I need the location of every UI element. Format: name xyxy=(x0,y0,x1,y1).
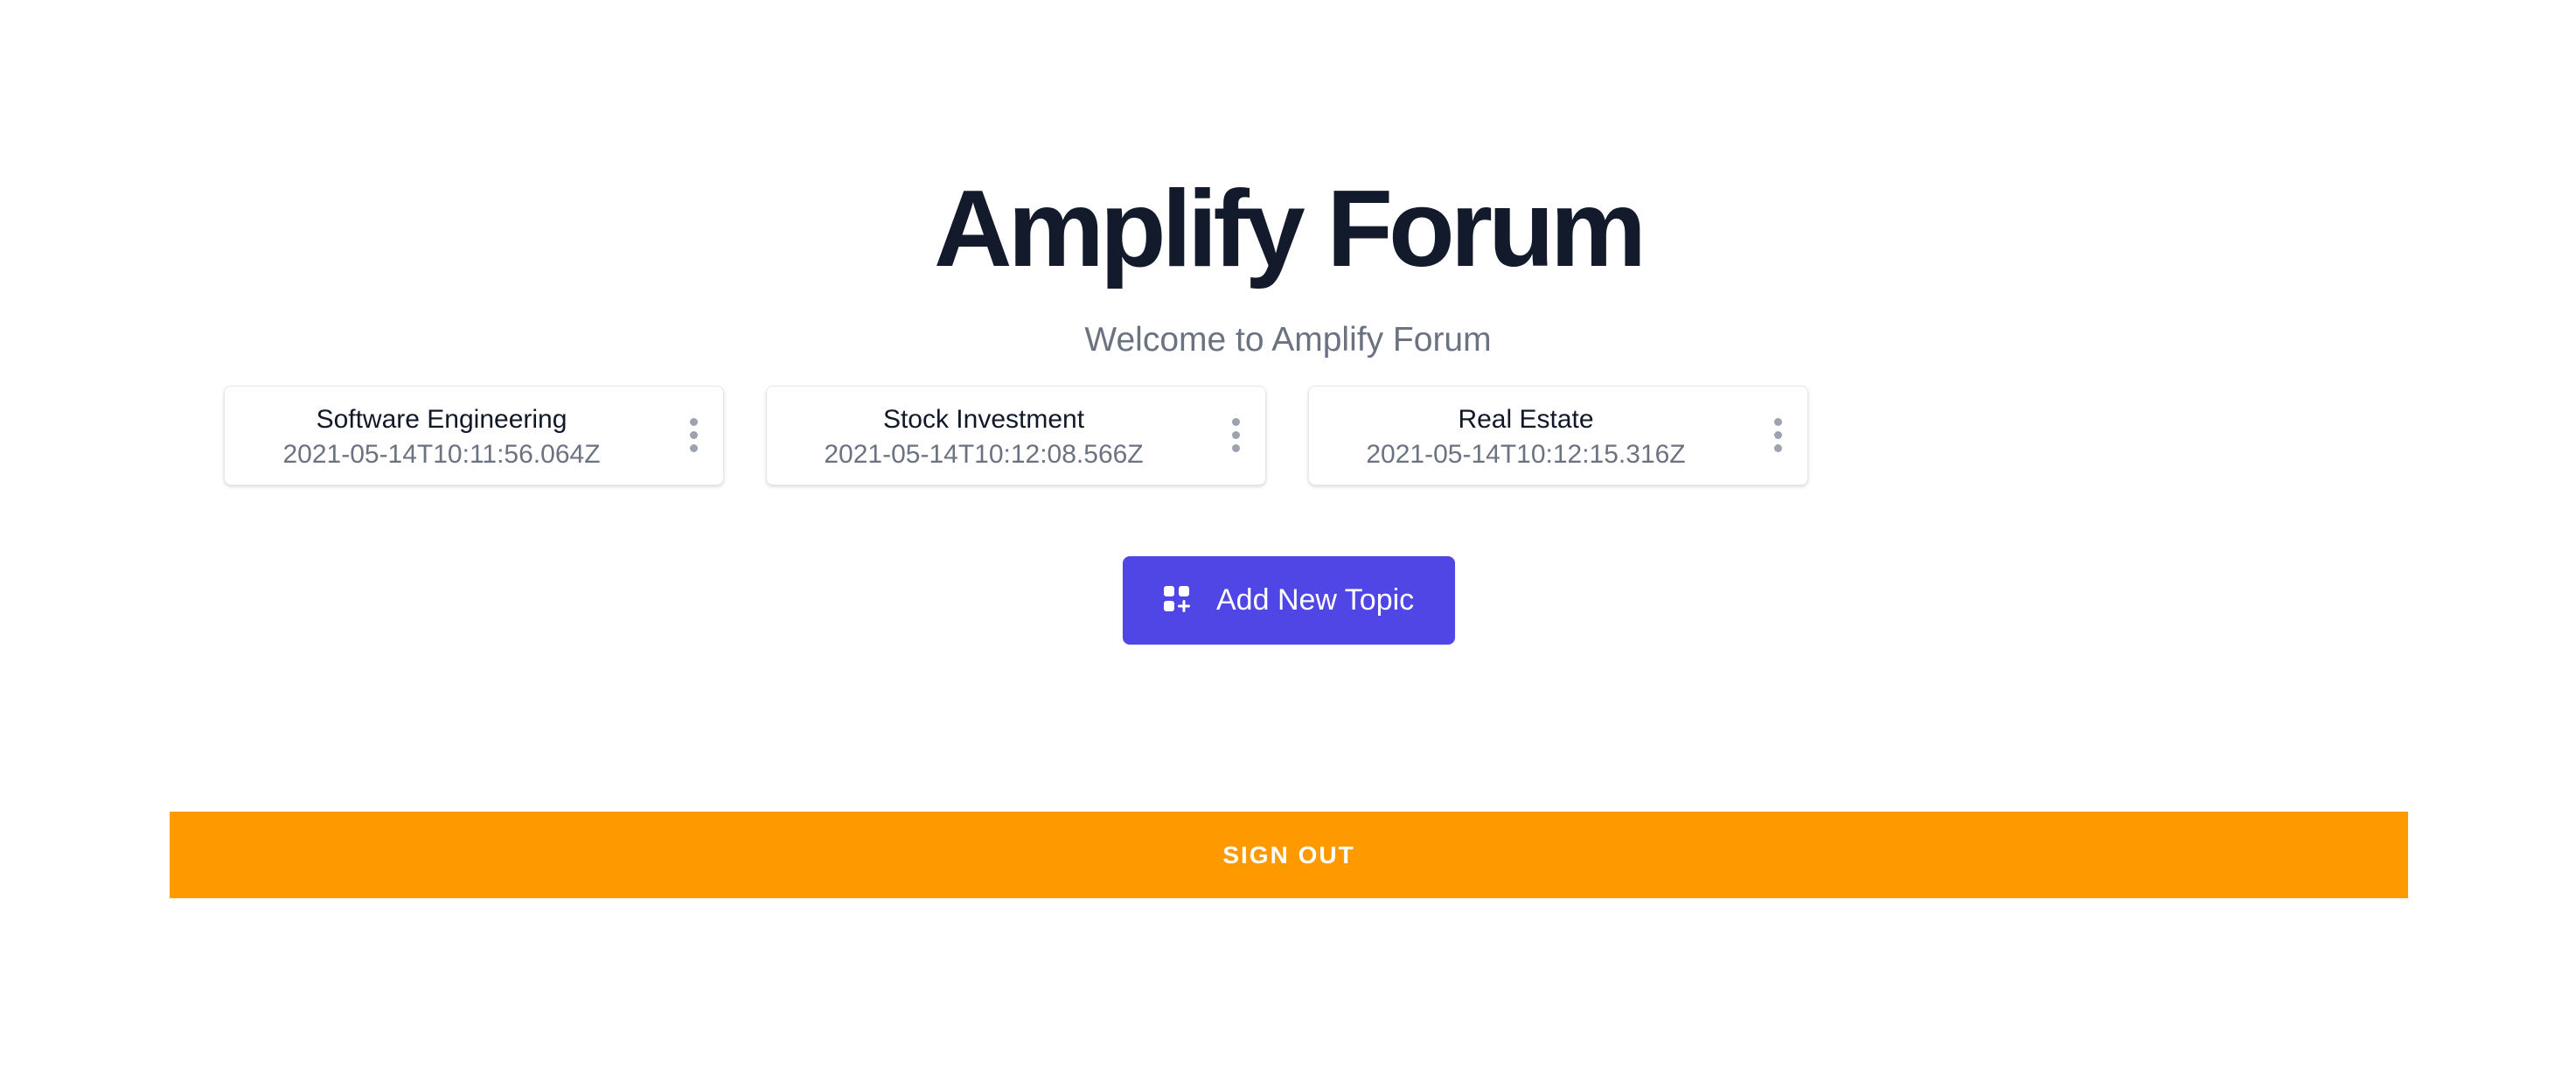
topic-timestamp: 2021-05-14T10:12:15.316Z xyxy=(1366,440,1686,469)
dots-vertical-icon[interactable] xyxy=(1771,418,1785,453)
menu-dot xyxy=(1774,444,1782,452)
topic-card[interactable]: Software Engineering 2021-05-14T10:11:56… xyxy=(224,386,724,485)
topic-text: Stock Investment 2021-05-14T10:12:08.566… xyxy=(767,402,1201,472)
page-title: Amplify Forum xyxy=(934,169,1647,289)
page: Amplify Forum Welcome to Amplify Forum S… xyxy=(0,0,2576,1074)
topic-timestamp: 2021-05-14T10:11:56.064Z xyxy=(282,440,601,469)
menu-dot xyxy=(1774,431,1782,439)
page-subtitle: Welcome to Amplify Forum xyxy=(1084,321,1492,359)
topic-text: Real Estate 2021-05-14T10:12:15.316Z xyxy=(1309,402,1743,472)
add-new-topic-label: Add New Topic xyxy=(1216,583,1415,617)
topic-card[interactable]: Real Estate 2021-05-14T10:12:15.316Z xyxy=(1308,386,1808,485)
topic-card[interactable]: Stock Investment 2021-05-14T10:12:08.566… xyxy=(766,386,1266,485)
menu-dot xyxy=(1232,444,1240,452)
menu-dot xyxy=(690,418,698,426)
topic-name: Stock Investment xyxy=(882,405,1085,434)
dots-vertical-icon[interactable] xyxy=(1229,418,1243,453)
menu-dot xyxy=(1232,431,1240,439)
topic-name: Software Engineering xyxy=(316,405,567,434)
menu-dot xyxy=(1232,418,1240,426)
topic-text: Software Engineering 2021-05-14T10:11:56… xyxy=(225,402,658,472)
menu-dot xyxy=(690,444,698,452)
sign-out-button[interactable]: SIGN OUT xyxy=(170,812,2408,898)
topic-timestamp: 2021-05-14T10:12:08.566Z xyxy=(824,440,1144,469)
add-new-topic-button[interactable]: Add New Topic xyxy=(1123,556,1455,645)
view-grid-add-icon xyxy=(1164,586,1190,612)
menu-dot xyxy=(1774,418,1782,426)
menu-dot xyxy=(690,431,698,439)
dots-vertical-icon[interactable] xyxy=(686,418,700,453)
topic-name: Real Estate xyxy=(1458,405,1594,434)
